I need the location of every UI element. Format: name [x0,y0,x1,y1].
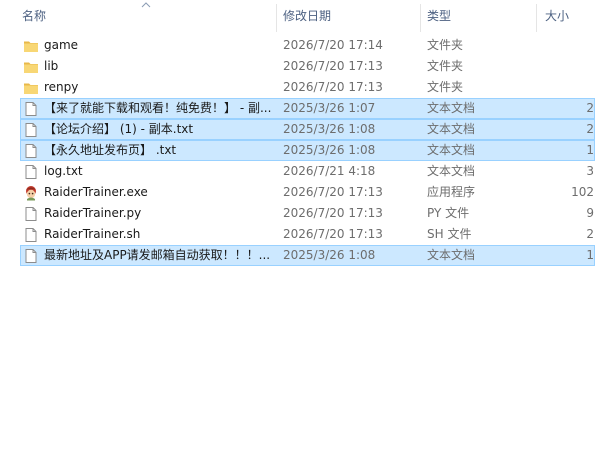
file-date: 2026/7/20 17:13 [283,185,383,199]
document-icon [23,227,39,243]
file-type: PY 文件 [427,206,470,220]
file-type: 文件夹 [427,59,464,73]
file-name-cell: 【永久地址发布页】 .txt [23,141,275,160]
file-name-cell: 【论坛介绍】 (1) - 副本.txt [23,120,275,139]
document-icon [23,122,39,138]
document-icon [23,206,39,222]
file-type: 文本文档 [427,143,476,157]
folder-icon [23,80,39,96]
file-type: 应用程序 [427,185,476,199]
file-name: 最新地址及APP请发邮箱自动获取！！！... [44,248,271,262]
file-row[interactable]: game 2026/7/20 17:14 文件夹 [20,35,595,56]
file-type: 文本文档 [427,164,476,178]
file-size: 2 [586,101,594,115]
file-size [541,78,594,97]
file-name-cell: lib [23,57,275,76]
file-type: SH 文件 [427,227,472,241]
application-icon [23,185,39,201]
folder-icon [23,59,39,75]
column-header-size[interactable]: 大小 [545,0,569,33]
file-name: 【来了就能下载和观看！纯免费！】 - 副... [44,101,272,115]
column-header-date[interactable]: 修改日期 [283,0,331,33]
file-date: 2025/3/26 1:08 [283,122,376,136]
column-header-type[interactable]: 类型 [427,0,451,33]
file-name-cell: RaiderTrainer.py [23,204,275,223]
file-name-cell: RaiderTrainer.exe [23,183,275,202]
file-row[interactable]: 【永久地址发布页】 .txt 2025/3/26 1:08 文本文档 1 [20,140,595,161]
column-header-row: 名称 修改日期 类型 大小 [0,0,605,33]
file-name: renpy [44,80,79,94]
file-name-cell: 最新地址及APP请发邮箱自动获取！！！... [23,246,275,265]
file-type: 文本文档 [427,122,476,136]
column-separator[interactable] [536,4,537,32]
file-name-cell: log.txt [23,162,275,181]
column-separator[interactable] [420,4,421,32]
file-name: game [44,38,79,52]
file-date: 2025/3/26 1:08 [283,143,376,157]
file-name: RaiderTrainer.py [44,206,142,220]
file-row[interactable]: 【来了就能下载和观看！纯免费！】 - 副... 2025/3/26 1:07 文本文… [20,98,595,119]
file-name: log.txt [44,164,83,178]
file-type: 文件夹 [427,80,464,94]
file-name: 【永久地址发布页】 .txt [44,143,177,157]
file-size: 9 [586,206,594,220]
file-row[interactable]: RaiderTrainer.exe 2026/7/20 17:13 应用程序 102 [20,182,595,203]
file-size: 3 [586,164,594,178]
file-date: 2026/7/20 17:13 [283,206,383,220]
file-name-cell: renpy [23,78,275,97]
file-row[interactable]: renpy 2026/7/20 17:13 文件夹 [20,77,595,98]
file-name-cell: game [23,36,275,55]
file-size [541,36,594,55]
file-row[interactable]: 最新地址及APP请发邮箱自动获取！！！... 2025/3/26 1:08 文本文档… [20,245,595,266]
file-date: 2026/7/20 17:14 [283,38,383,52]
file-size: 1 [586,143,594,157]
file-size: 2 [586,227,594,241]
folder-icon [23,38,39,54]
file-row[interactable]: lib 2026/7/20 17:13 文件夹 [20,56,595,77]
file-date: 2026/7/20 17:13 [283,59,383,73]
file-size [541,57,594,76]
document-icon [23,248,39,264]
file-explorer-window: 名称 修改日期 类型 大小 game 2026/7/20 17:14 文件夹 lib 2… [0,0,605,468]
sort-ascending-icon [141,2,151,8]
file-date: 2026/7/20 17:13 [283,80,383,94]
column-header-name[interactable]: 名称 [22,0,46,33]
column-separator[interactable] [276,4,277,32]
file-row[interactable]: log.txt 2026/7/21 4:18 文本文档 3 [20,161,595,182]
file-type: 文本文档 [427,101,476,115]
document-icon [23,164,39,180]
file-date: 2026/7/20 17:13 [283,227,383,241]
file-name: 【论坛介绍】 (1) - 副本.txt [44,122,194,136]
file-row[interactable]: 【论坛介绍】 (1) - 副本.txt 2025/3/26 1:08 文本文档 2 [20,119,595,140]
file-name: RaiderTrainer.sh [44,227,141,241]
file-size: 102 [571,185,594,199]
file-name: lib [44,59,59,73]
file-date: 2025/3/26 1:07 [283,101,376,115]
document-icon [23,143,39,159]
file-size: 2 [586,122,594,136]
file-name-cell: 【来了就能下载和观看！纯免费！】 - 副... [23,99,275,118]
file-type: 文本文档 [427,248,476,262]
file-date: 2026/7/21 4:18 [283,164,376,178]
file-type: 文件夹 [427,38,464,52]
file-row[interactable]: RaiderTrainer.py 2026/7/20 17:13 PY 文件 9 [20,203,595,224]
file-name-cell: RaiderTrainer.sh [23,225,275,244]
file-date: 2025/3/26 1:08 [283,248,376,262]
file-name: RaiderTrainer.exe [44,185,148,199]
document-icon [23,101,39,117]
file-size: 1 [586,248,594,262]
file-row[interactable]: RaiderTrainer.sh 2026/7/20 17:13 SH 文件 2 [20,224,595,245]
